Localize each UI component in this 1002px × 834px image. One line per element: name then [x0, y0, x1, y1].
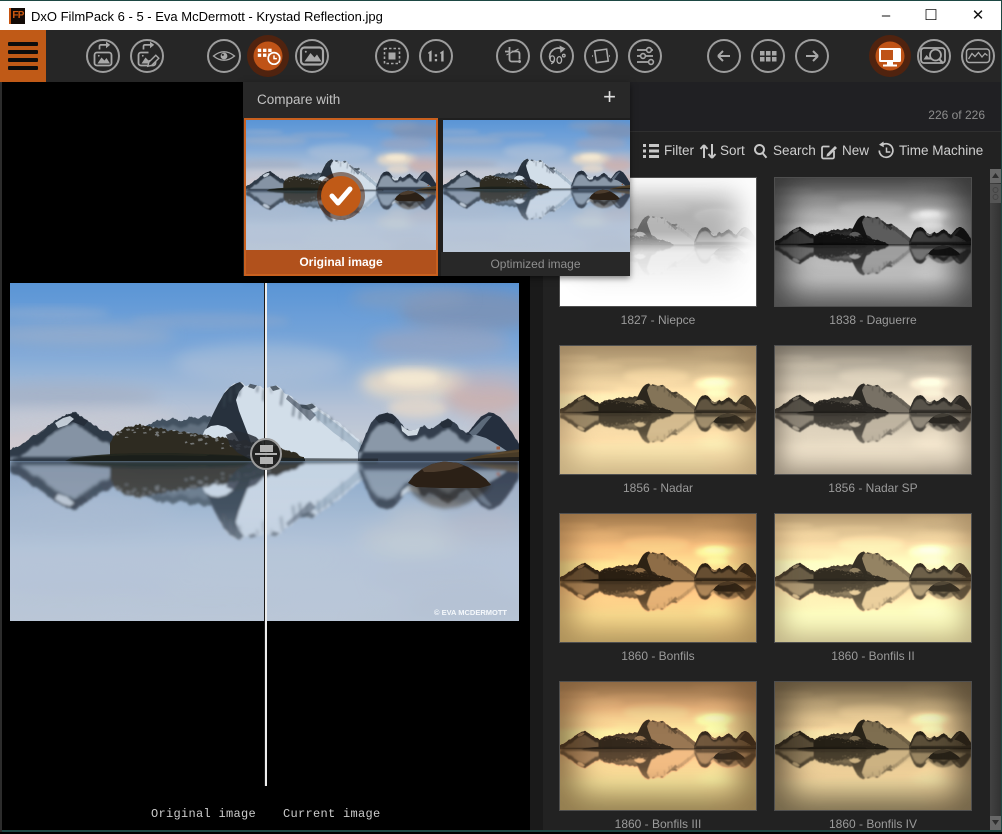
svg-text:© EVA MCDERMOTT: © EVA MCDERMOTT [434, 608, 507, 617]
